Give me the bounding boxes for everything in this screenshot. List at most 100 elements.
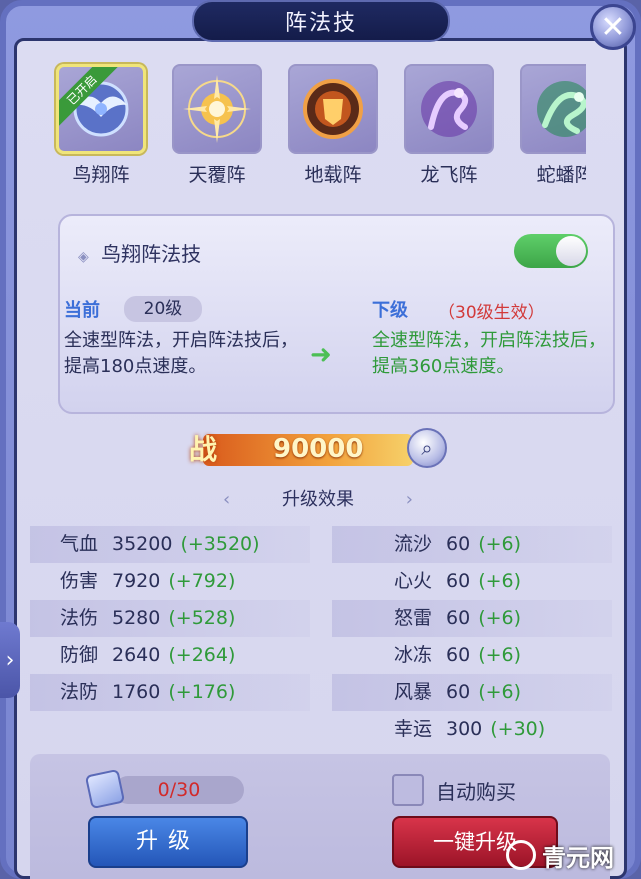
formation-list: 已开启 鸟翔阵 天覆阵 地载阵 龙飞阵 蛇蟠阵 [46, 60, 586, 190]
upgrade-material: 0/30 [84, 768, 248, 810]
formation-item-shepan[interactable]: 蛇蟠阵 [510, 60, 586, 190]
power-detail-button[interactable]: ⌕ [407, 428, 447, 468]
stat-row: 气血 35200 (+3520) [30, 526, 310, 563]
window-title-text: 阵法技 [284, 11, 357, 36]
stat-name: 怒雷 [394, 607, 433, 629]
upgrade-effect-title: 升级效果 [282, 489, 354, 510]
stat-name: 气血 [60, 533, 99, 555]
stat-value: 1760 [112, 681, 161, 703]
skill-title: ◈ 鸟翔阵法技 [78, 238, 201, 267]
stat-increment: (+6) [478, 533, 522, 555]
scroll-item-icon[interactable] [84, 768, 126, 810]
stat-increment: (+3520) [180, 533, 260, 555]
stat-increment: (+176) [168, 681, 236, 703]
formation-item-longfei[interactable]: 龙飞阵 [394, 60, 494, 190]
formation-label: 地载阵 [304, 164, 362, 186]
stat-value: 60 [446, 533, 471, 555]
stat-value: 7920 [112, 570, 161, 592]
close-icon: ✕ [600, 9, 626, 45]
toggle-knob [556, 236, 586, 266]
formation-label: 天覆阵 [188, 164, 246, 186]
stat-name: 幸运 [394, 718, 433, 740]
formation-icon-frame [404, 64, 494, 154]
chevron-right-icon: › [405, 489, 413, 510]
side-expand-button[interactable]: › [0, 622, 20, 698]
stat-value: 5280 [112, 607, 161, 629]
stat-increment: (+6) [478, 644, 522, 666]
formation-label: 龙飞阵 [420, 164, 478, 186]
stat-value: 60 [446, 570, 471, 592]
stat-increment: (+6) [478, 681, 522, 703]
auto-buy-label: 自动购买 [436, 779, 516, 804]
stat-increment: (+6) [478, 607, 522, 629]
stat-value: 60 [446, 644, 471, 666]
stat-name: 法伤 [60, 607, 99, 629]
formation-icon-frame [288, 64, 378, 154]
formation-icon-frame: 已开启 [56, 64, 146, 154]
site-watermark: 青元网 [506, 836, 636, 874]
stat-value: 60 [446, 681, 471, 703]
auto-buy-option[interactable]: 自动购买 [392, 774, 516, 806]
stat-value: 2640 [112, 644, 161, 666]
purple-dragon-icon [421, 81, 477, 137]
chevron-right-icon: › [5, 647, 15, 673]
formation-label: 蛇蟠阵 [536, 164, 586, 186]
arrow-right-icon: ➜ [310, 340, 332, 370]
current-level-value: 20级 [124, 296, 202, 322]
next-level-condition: （30级生效） [438, 303, 545, 323]
stat-value: 35200 [112, 533, 173, 555]
auto-buy-checkbox[interactable] [392, 774, 424, 806]
skill-title-text: 鸟翔阵法技 [101, 242, 202, 266]
stat-row: 风暴 60 (+6) [332, 674, 612, 711]
stat-name: 法防 [60, 681, 99, 703]
stat-increment: (+30) [490, 718, 546, 740]
watermark-text: 青元网 [542, 843, 614, 872]
stat-row: 防御 2640 (+264) [30, 637, 310, 674]
formation-icon-frame [520, 64, 586, 154]
sun-emblem-icon [183, 75, 251, 143]
stat-row: 幸运 300 (+30) [332, 711, 612, 748]
stat-name: 风暴 [394, 681, 433, 703]
combat-power: 战 90000 ⌕ [183, 428, 447, 470]
material-count: 0/30 [114, 776, 244, 804]
stat-row: 法伤 5280 (+528) [30, 600, 310, 637]
current-level-description: 全速型阵法，开启阵法技后，提高180点速度。 [64, 330, 298, 377]
close-button[interactable]: ✕ [590, 4, 636, 50]
current-level-label: 当前 [64, 300, 100, 321]
formation-skill-card: ◈ 鸟翔阵法技 当前 20级 全速型阵法，开启阵法技后，提高180点速度。 ➜ … [58, 214, 615, 414]
stat-increment: (+792) [168, 570, 236, 592]
upgrade-button[interactable]: 升级 [88, 816, 248, 868]
watermark-logo-icon [506, 840, 536, 870]
formation-label: 鸟翔阵 [72, 164, 130, 186]
earth-shield-icon [303, 79, 363, 139]
stat-value: 300 [446, 718, 483, 740]
formation-item-dizai[interactable]: 地载阵 [278, 60, 378, 190]
stats-left-column: 气血 35200 (+3520) 伤害 7920 (+792) 法伤 5280 (+528)… [30, 526, 310, 711]
formation-item-niaoxiang[interactable]: 已开启 鸟翔阵 [46, 60, 146, 190]
stat-increment: (+528) [168, 607, 236, 629]
formation-icon-frame [172, 64, 262, 154]
search-icon: ⌕ [421, 436, 433, 460]
upgrade-effect-header: ‹ 升级效果 › [215, 486, 421, 514]
formation-item-tianfu[interactable]: 天覆阵 [162, 60, 262, 190]
stat-value: 60 [446, 607, 471, 629]
combat-power-glyph: 战 [189, 433, 218, 466]
green-serpent-icon [537, 81, 586, 137]
stat-row: 法防 1760 (+176) [30, 674, 310, 711]
next-level-description: 全速型阵法，开启阵法技后，提高360点速度。 [372, 330, 606, 377]
next-level-label: 下级 [372, 300, 408, 321]
stat-name: 冰冻 [394, 644, 433, 666]
stat-name: 防御 [60, 644, 99, 666]
stat-row: 伤害 7920 (+792) [30, 563, 310, 600]
stat-increment: (+264) [168, 644, 236, 666]
stat-row: 流沙 60 (+6) [332, 526, 612, 563]
skill-toggle-switch[interactable] [514, 234, 588, 268]
stat-name: 流沙 [394, 533, 433, 555]
chevron-left-icon: ‹ [223, 489, 231, 510]
combat-power-value: 90000 [273, 434, 364, 464]
window-title: 阵法技 [192, 0, 450, 42]
diamond-icon: ◈ [78, 249, 89, 265]
stat-name: 心火 [394, 570, 433, 592]
stat-row: 心火 60 (+6) [332, 563, 612, 600]
stat-row: 怒雷 60 (+6) [332, 600, 612, 637]
